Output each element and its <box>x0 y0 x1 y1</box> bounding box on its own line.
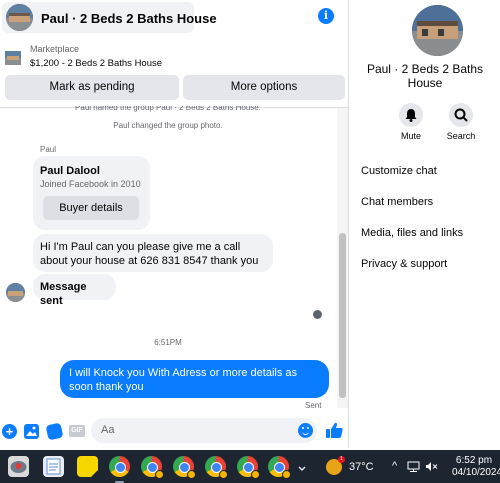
volume-muted-icon[interactable] <box>425 461 438 475</box>
profile-badge <box>282 470 291 479</box>
buyer-details-button[interactable]: Buyer details <box>43 196 139 220</box>
plus-icon[interactable]: + <box>2 424 17 439</box>
system-message-cutoff: Paul named the group Paul · 2 Beds 2 Bat… <box>75 106 261 112</box>
buyer-joined: Joined Facebook in 2010 <box>40 179 141 189</box>
search-button[interactable] <box>449 103 473 127</box>
sender-name: Paul <box>40 145 57 154</box>
chrome-icon[interactable] <box>237 456 260 479</box>
windows-taskbar: 1 37°C ^ 6:52 pm 04/10/2024 <box>0 450 500 483</box>
marketplace-label: Marketplace <box>30 44 80 54</box>
temperature[interactable]: 37°C <box>349 461 374 473</box>
weather-badge: 1 <box>338 456 345 463</box>
thumbs-up-icon[interactable] <box>325 421 344 440</box>
bell-icon <box>405 109 417 122</box>
chat-info-panel: Paul · 2 Beds 2 Baths House Mute Search … <box>350 0 500 448</box>
mark-as-pending-button[interactable]: Mark as pending <box>5 75 179 100</box>
incoming-message[interactable]: Message sent <box>33 274 116 307</box>
message-input-placeholder: Aa <box>101 424 115 436</box>
sticker-icon[interactable] <box>45 422 64 441</box>
message-input[interactable]: Aa <box>91 418 317 443</box>
clock-date: 04/10/2024 <box>452 467 500 478</box>
chat-scrollbar[interactable] <box>337 108 348 408</box>
sticky-notes-icon[interactable] <box>77 456 98 477</box>
profile-badge <box>155 470 164 479</box>
chat-title-button[interactable]: Paul · 2 Beds 2 Baths House <box>2 2 217 33</box>
chrome-icon[interactable] <box>109 456 130 483</box>
chrome-icon[interactable] <box>205 456 228 479</box>
notepad-icon[interactable] <box>43 456 64 477</box>
chrome-icon[interactable] <box>268 456 291 479</box>
info-icon[interactable]: i <box>318 8 334 24</box>
chat-header: Paul · 2 Beds 2 Baths House i <box>0 0 348 36</box>
scrollbar-thumb[interactable] <box>339 233 346 398</box>
outgoing-message[interactable]: I will Knock you With Adress or more det… <box>60 360 329 398</box>
search-icon <box>454 108 468 122</box>
chat-panel: Paul · 2 Beds 2 Baths House i Marketplac… <box>0 0 349 448</box>
buyer-name: Paul Dalool <box>40 165 100 177</box>
clock-time: 6:52 pm <box>455 455 493 466</box>
incoming-message[interactable]: Hi I'm Paul can you please give me a cal… <box>33 234 273 272</box>
message-timestamp: 6:51PM <box>154 338 182 347</box>
system-message-photo: Paul changed the group photo. <box>113 121 223 130</box>
buyer-profile-card: Paul Dalool Joined Facebook in 2010 Buye… <box>33 156 150 230</box>
chrome-icon[interactable] <box>173 456 196 479</box>
menu-customize-chat[interactable]: Customize chat <box>361 165 437 177</box>
profile-badge <box>251 470 260 479</box>
profile-badge <box>187 470 196 479</box>
listing-price-title[interactable]: $1,200 - 2 Beds 2 Baths House <box>30 58 162 69</box>
more-options-button[interactable]: More options <box>183 75 345 100</box>
taskbar-overflow-chevron-icon[interactable] <box>297 458 307 474</box>
search-label: Search <box>446 131 476 141</box>
listing-thumbnail[interactable] <box>5 51 21 65</box>
clock[interactable]: 6:52 pm 04/10/2024 <box>452 455 500 479</box>
marketplace-bar: Marketplace $1,200 - 2 Beds 2 Baths Hous… <box>0 38 348 108</box>
sender-avatar[interactable] <box>6 283 25 302</box>
group-name: Paul · 2 Beds 2 Baths House <box>366 62 484 90</box>
photo-icon[interactable] <box>24 424 39 439</box>
menu-chat-members[interactable]: Chat members <box>361 196 433 208</box>
tray-chevron-icon[interactable]: ^ <box>392 460 397 472</box>
chrome-icon[interactable] <box>141 456 164 479</box>
gif-icon[interactable]: GIF <box>69 425 85 437</box>
menu-privacy-support[interactable]: Privacy & support <box>361 258 447 270</box>
app-icon[interactable] <box>8 456 29 477</box>
group-avatar[interactable] <box>6 4 33 31</box>
seen-indicator-avatar <box>313 310 322 319</box>
sent-status: Sent <box>305 401 322 410</box>
mute-button[interactable] <box>399 103 423 127</box>
group-avatar-large[interactable] <box>412 5 463 56</box>
mute-label: Mute <box>400 131 421 141</box>
network-icon[interactable] <box>407 461 420 475</box>
menu-media-files-links[interactable]: Media, files and links <box>361 227 463 239</box>
chat-title: Paul · 2 Beds 2 Baths House <box>41 11 217 26</box>
message-composer: + GIF Aa <box>0 415 348 448</box>
profile-badge <box>219 470 228 479</box>
emoji-icon[interactable] <box>298 423 313 438</box>
